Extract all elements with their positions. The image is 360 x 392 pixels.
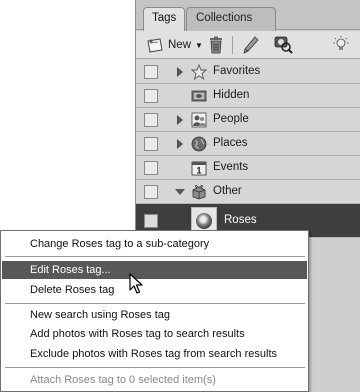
expand-arrow-icon[interactable] bbox=[177, 139, 183, 149]
trash-icon bbox=[210, 36, 222, 54]
menu-item-delete-tag[interactable]: Delete Roses tag bbox=[2, 281, 307, 299]
globe-icon bbox=[191, 136, 207, 152]
tag-label: Roses bbox=[224, 214, 257, 226]
tags-toolbar: New ▼ bbox=[136, 31, 360, 59]
people-icon bbox=[191, 112, 207, 128]
context-menu: Change Roses tag to a sub-category Edit … bbox=[0, 230, 309, 392]
toolbar-divider bbox=[232, 36, 233, 54]
lightbulb-icon bbox=[333, 36, 349, 50]
menu-item-change-to-subcategory[interactable]: Change Roses tag to a sub-category bbox=[2, 235, 307, 253]
tag-row-other[interactable]: Other bbox=[136, 180, 360, 204]
tag-label: Favorites bbox=[213, 65, 261, 77]
tag-label: Other bbox=[213, 185, 242, 197]
tag-row-hidden[interactable]: Hidden bbox=[136, 84, 360, 108]
delete-tag-button[interactable] bbox=[208, 36, 224, 54]
expand-arrow-icon[interactable] bbox=[177, 67, 183, 77]
find-icon bbox=[274, 36, 293, 54]
menu-item-exclude-from-search[interactable]: Exclude photos with Roses tag from searc… bbox=[2, 345, 307, 363]
tag-row-events[interactable]: 1 Events bbox=[136, 156, 360, 180]
menu-item-new-search[interactable]: New search using Roses tag bbox=[2, 306, 307, 324]
tag-checkbox[interactable] bbox=[144, 185, 158, 199]
tag-list: Favorites Hidden People Places 1 Events … bbox=[136, 60, 360, 238]
tag-label: Hidden bbox=[213, 89, 250, 101]
menu-separator bbox=[5, 303, 305, 304]
tag-row-favorites[interactable]: Favorites bbox=[136, 60, 360, 84]
expand-arrow-icon[interactable] bbox=[177, 115, 183, 125]
other-icon bbox=[192, 185, 206, 200]
menu-item-attach-tag: Attach Roses tag to 0 selected item(s) bbox=[30, 374, 216, 386]
menu-separator bbox=[5, 367, 305, 368]
find-button[interactable] bbox=[273, 36, 293, 54]
tag-label: People bbox=[213, 113, 249, 125]
pencil-icon bbox=[243, 36, 259, 54]
tag-checkbox[interactable] bbox=[144, 65, 158, 79]
tag-label: Events bbox=[213, 161, 249, 173]
collapse-arrow-icon[interactable] bbox=[175, 189, 185, 195]
panel-tab-bar: Collections Tags bbox=[136, 0, 360, 31]
lightbulb-button[interactable] bbox=[333, 36, 349, 54]
calendar-icon: 1 bbox=[191, 161, 207, 176]
new-tag-icon bbox=[147, 38, 163, 53]
menu-item-add-to-search[interactable]: Add photos with Roses tag to search resu… bbox=[2, 325, 307, 343]
menu-item-edit-tag[interactable]: Edit Roses tag... bbox=[2, 261, 307, 279]
hidden-icon bbox=[191, 90, 207, 102]
svg-text:1: 1 bbox=[196, 166, 201, 176]
tab-collections[interactable]: Collections bbox=[186, 7, 276, 31]
dropdown-arrow-icon[interactable]: ▼ bbox=[195, 41, 203, 50]
tag-checkbox[interactable] bbox=[144, 137, 158, 151]
tag-row-people[interactable]: People bbox=[136, 108, 360, 132]
menu-separator bbox=[5, 256, 305, 257]
edit-tag-button[interactable] bbox=[243, 36, 259, 54]
mouse-pointer-icon bbox=[129, 273, 143, 294]
tag-checkbox[interactable] bbox=[144, 161, 158, 175]
new-tag-button[interactable]: New ▼ bbox=[146, 36, 203, 54]
tag-row-places[interactable]: Places bbox=[136, 132, 360, 156]
tag-checkbox[interactable] bbox=[144, 113, 158, 127]
tag-checkbox[interactable] bbox=[144, 89, 158, 103]
tab-tags[interactable]: Tags bbox=[143, 7, 185, 31]
star-icon bbox=[191, 64, 207, 80]
tag-label: Places bbox=[213, 137, 248, 149]
tag-checkbox[interactable] bbox=[144, 214, 158, 228]
new-button-label: New bbox=[168, 39, 192, 51]
